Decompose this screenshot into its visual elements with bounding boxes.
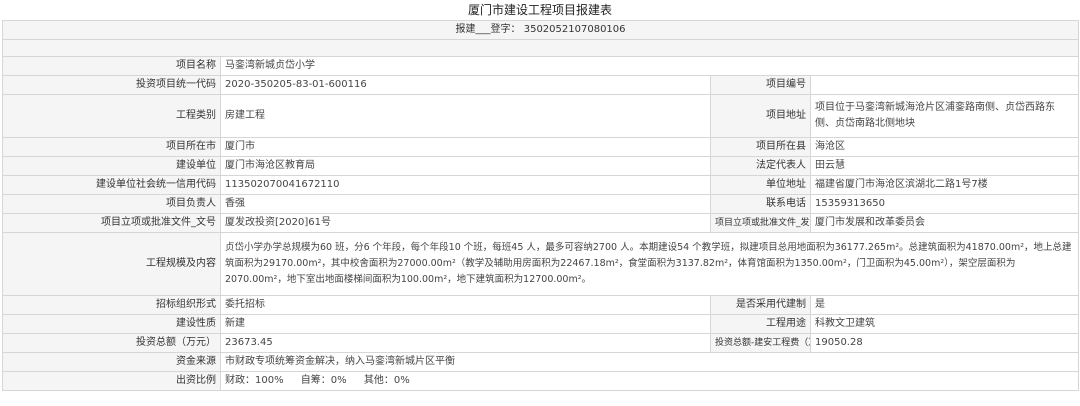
row-scale: 工程规模及内容 贞岱小学办学总规模为60 班，分6 个年段，每个年段10 个班，… [2, 232, 1080, 296]
install-invest-label: 投资总额-建安工程费（万元） [710, 333, 811, 353]
city-value: 厦门市 [220, 137, 711, 157]
blank-row [1, 39, 1080, 57]
usage-label: 工程用途 [710, 314, 811, 334]
phone-label: 联系电话 [710, 194, 811, 214]
county-label: 项目所在县 [710, 137, 811, 157]
builder-label: 建设单位 [2, 156, 221, 176]
row-manager: 项目负责人 香强 联系电话 15359313650 [2, 194, 1080, 214]
row-credit-code: 建设单位社会统一信用代码 113502070041672110 单位地址 福建省… [2, 175, 1080, 195]
form-title: 厦门市建设工程项目报建表 [467, 3, 612, 17]
unit-address-value: 福建省厦门市海沧区滨湖北二路1号7楼 [809, 175, 1080, 195]
finance-label: 财政： [225, 375, 255, 386]
ratio-label: 出资比例 [2, 371, 221, 391]
build-nature-value: 新建 [220, 314, 711, 334]
self-label: 自筹： [300, 375, 331, 386]
agent-system-label: 是否采用代建制 [710, 295, 811, 315]
project-number-label: 项目编号 [710, 75, 811, 95]
row-ratio: 出资比例 财政：100% 自筹：0% 其他：0% [2, 371, 1080, 391]
credit-code-label: 建设单位社会统一信用代码 [2, 175, 221, 195]
scale-value: 贞岱小学办学总规模为60 班，分6 个年段，每个年段10 个班，每班45 人，最… [219, 232, 1080, 296]
scale-label: 工程规模及内容 [2, 232, 221, 296]
project-type-value: 房建工程 [220, 94, 711, 138]
row-bid: 招标组织形式 委托招标 是否采用代建制 是 [2, 295, 1080, 315]
other-label: 其他： [363, 375, 394, 386]
registration-number: 3502052107080106 [523, 24, 626, 35]
city-label: 项目所在市 [2, 137, 221, 157]
credit-code-value: 113502070041672110 [220, 175, 711, 195]
build-nature-label: 建设性质 [2, 314, 221, 334]
project-name-value: 马銮湾新城贞岱小学 [219, 56, 1080, 76]
county-value: 海沧区 [809, 137, 1080, 157]
approval-unit-label: 项目立项或批准文件_发文单位 [710, 213, 811, 233]
manager-label: 项目负责人 [2, 194, 221, 214]
approval-doc-label: 项目立项或批准文件_文号 [2, 213, 221, 233]
row-project-type: 工程类别 房建工程 项目地址 项目位于马銮湾新城海沧片区浦銮路南侧、贞岱西路东侧… [2, 94, 1080, 138]
project-code-value: 2020-350205-83-01-600116 [220, 75, 711, 95]
row-city: 项目所在市 厦门市 项目所在县 海沧区 [2, 137, 1080, 157]
project-code-label: 投资项目统一代码 [2, 75, 221, 95]
registration-table: 报建___登字： 3502052107080106 项目名称 马銮湾新城贞岱小学… [1, 20, 1080, 391]
manager-value: 香强 [220, 194, 711, 214]
install-invest-value: 19050.28 [809, 333, 1080, 353]
registration-label: 报建___登字 [455, 24, 511, 35]
finance-value: 100% [255, 375, 284, 386]
other-value: 0% [393, 375, 410, 386]
legal-rep-label: 法定代表人 [710, 156, 811, 176]
project-name-label: 项目名称 [2, 56, 221, 76]
self-value: 0% [330, 375, 347, 386]
project-number-value [809, 75, 1080, 95]
total-invest-value: 23673.45 [220, 333, 711, 353]
legal-rep-value: 田云慧 [809, 156, 1080, 176]
agent-system-value: 是 [809, 295, 1080, 315]
builder-value: 厦门市海沧区教育局 [220, 156, 711, 176]
unit-address-label: 单位地址 [710, 175, 811, 195]
row-project-code: 投资项目统一代码 2020-350205-83-01-600116 项目编号 [2, 75, 1080, 95]
fund-source-value: 市财政专项统筹资金解决，纳入马銮湾新城片区平衡 [219, 352, 1080, 372]
approval-doc-value: 厦发改投资[2020]61号 [220, 213, 711, 233]
bid-form-value: 委托招标 [220, 295, 711, 315]
row-approval: 项目立项或批准文件_文号 厦发改投资[2020]61号 项目立项或批准文件_发文… [2, 213, 1080, 233]
project-type-label: 工程类别 [2, 94, 221, 138]
bid-form-label: 招标组织形式 [2, 295, 221, 315]
ratio-value: 财政：100% 自筹：0% 其他：0% [219, 371, 1080, 391]
registration-row: 报建___登字： 3502052107080106 [1, 20, 1080, 40]
project-address-label: 项目地址 [710, 94, 811, 138]
phone-value: 15359313650 [809, 194, 1080, 214]
total-invest-label: 投资总额（万元） [2, 333, 221, 353]
registration-cell: 报建___登字： 3502052107080106 [1, 20, 1080, 40]
project-address-value: 项目位于马銮湾新城海沧片区浦銮路南侧、贞岱西路东侧、贞岱南路北侧地块 [809, 94, 1080, 138]
approval-unit-value: 厦门市发展和改革委员会 [809, 213, 1080, 233]
row-invest: 投资总额（万元） 23673.45 投资总额-建安工程费（万元） 19050.2… [2, 333, 1080, 353]
row-fund-source: 资金来源 市财政专项统筹资金解决，纳入马銮湾新城片区平衡 [2, 352, 1080, 372]
fund-source-label: 资金来源 [2, 352, 221, 372]
usage-value: 科教文卫建筑 [809, 314, 1080, 334]
row-builder: 建设单位 厦门市海沧区教育局 法定代表人 田云慧 [2, 156, 1080, 176]
row-nature: 建设性质 新建 工程用途 科教文卫建筑 [2, 314, 1080, 334]
row-project-name: 项目名称 马銮湾新城贞岱小学 [2, 56, 1080, 76]
